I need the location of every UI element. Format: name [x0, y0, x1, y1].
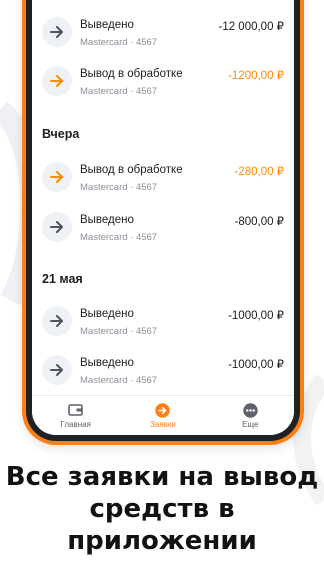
app-screen: Выведено Mastercard · 4567 -12 000,00 ₽ … — [32, 0, 294, 435]
item-amount: -800,00 ₽ — [234, 216, 284, 228]
item-amount: -12 000,00 ₽ — [218, 21, 284, 33]
item-title: Выведено — [80, 357, 134, 369]
tab-more-label: Еще — [242, 420, 259, 429]
item-title: Вывод в обработке — [80, 68, 183, 80]
item-card: Mastercard · 4567 — [80, 86, 158, 97]
tab-home-label: Главная — [60, 420, 91, 429]
tab-more[interactable]: Еще — [207, 396, 294, 435]
phone-bezel: Выведено Mastercard · 4567 -12 000,00 ₽ … — [26, 0, 300, 441]
item-card: Mastercard · 4567 — [80, 37, 158, 48]
item-card: Mastercard · 4567 — [80, 375, 158, 386]
section-header: 21 мая — [42, 272, 83, 286]
list-item[interactable]: Выведено Mastercard · 4567 -800,00 ₽ — [32, 210, 294, 250]
wallet-icon — [68, 402, 83, 418]
arrow-right-icon — [42, 355, 72, 385]
list-item[interactable]: Выведено Mastercard · 4567 -1000,00 ₽ — [32, 304, 294, 344]
arrow-right-icon — [42, 306, 72, 336]
item-title: Выведено — [80, 214, 134, 226]
item-amount: -1200,00 ₽ — [228, 70, 284, 82]
list-item[interactable]: Вывод в обработке Mastercard · 4567 -120… — [32, 64, 294, 104]
arrow-right-icon — [42, 17, 72, 47]
list-item[interactable]: Вывод в обработке Mastercard · 4567 -280… — [32, 160, 294, 200]
promo-caption: Все заявки на вывод средств в приложении — [5, 462, 319, 556]
item-title: Выведено — [80, 19, 134, 31]
item-title: Вывод в обработке — [80, 164, 183, 176]
phone-frame: Выведено Mastercard · 4567 -12 000,00 ₽ … — [22, 0, 304, 445]
tab-home[interactable]: Главная — [32, 396, 119, 435]
tab-requests-label: Заявки — [150, 420, 176, 429]
section-header: Вчера — [42, 127, 80, 141]
item-amount: -1000,00 ₽ — [228, 359, 284, 371]
item-amount: -280,00 ₽ — [234, 166, 284, 178]
tab-requests[interactable]: Заявки — [119, 396, 206, 435]
item-card: Mastercard · 4567 — [80, 232, 158, 243]
item-card: Mastercard · 4567 — [80, 182, 158, 193]
item-amount: -1000,00 ₽ — [228, 310, 284, 322]
list-item[interactable]: Выведено Mastercard · 4567 -12 000,00 ₽ — [32, 15, 294, 55]
bottom-tab-bar: Главная Заявки Еще — [32, 395, 294, 435]
arrow-right-icon — [42, 212, 72, 242]
item-title: Выведено — [80, 308, 134, 320]
more-dots-icon — [243, 402, 258, 418]
arrow-right-icon — [42, 162, 72, 192]
list-item[interactable]: Выведено Mastercard · 4567 -1000,00 ₽ — [32, 353, 294, 393]
arrow-right-circle-icon — [155, 402, 171, 418]
item-card: Mastercard · 4567 — [80, 326, 158, 337]
arrow-right-icon — [42, 66, 72, 96]
